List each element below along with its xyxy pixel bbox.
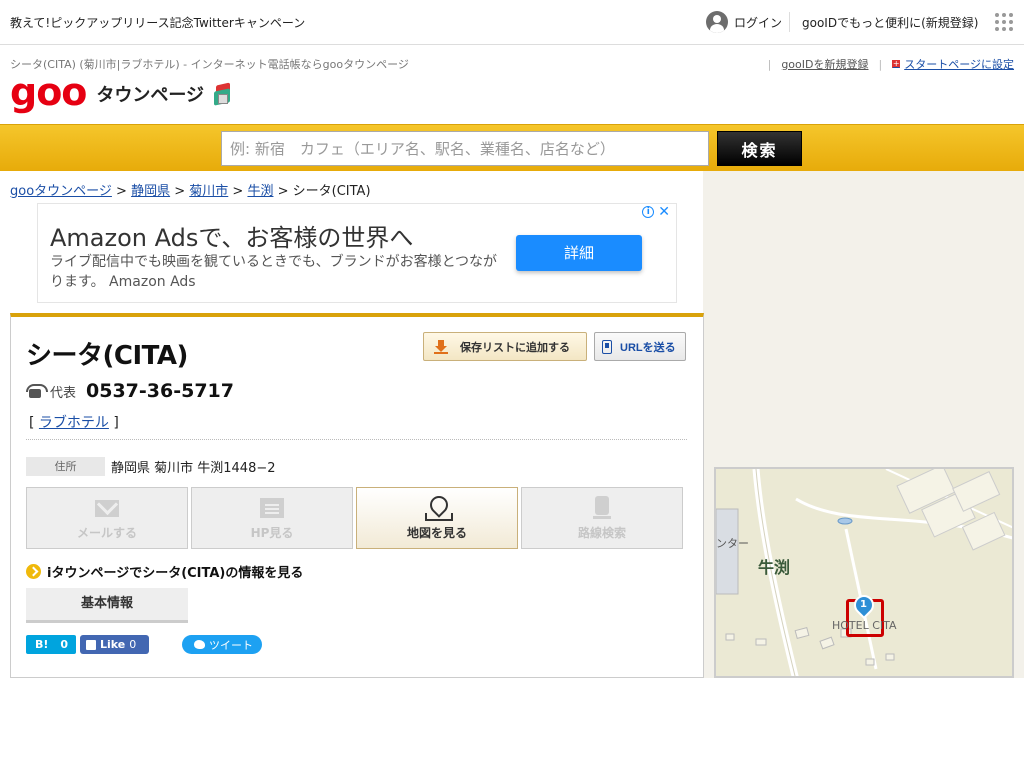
hatena-count: 0 xyxy=(60,638,69,651)
ad-detail-button[interactable]: 詳細 xyxy=(516,235,642,271)
breadcrumb: gooタウンページ > 静岡県 > 菊川市 > 牛渕 > シータ(CITA) xyxy=(10,184,371,199)
topbar-divider xyxy=(789,12,790,32)
map-pin-icon xyxy=(425,496,453,521)
listing-card: シータ(CITA) 保存リストに追加する URLを送る 代表 0537-36-5… xyxy=(10,313,704,678)
mail-button[interactable]: メールする xyxy=(26,487,188,549)
avatar-icon xyxy=(706,11,728,33)
address-label: 住所 xyxy=(26,457,105,476)
phone-number: 0537-36-5717 xyxy=(86,380,234,402)
download-icon xyxy=(434,339,448,354)
mail-label: メールする xyxy=(76,526,137,540)
breadcrumb-townpage[interactable]: gooタウンページ xyxy=(10,184,112,199)
ad-title[interactable]: Amazon Adsで、お客様の世界へ xyxy=(50,218,413,253)
plus-icon: + xyxy=(892,59,901,68)
send-url-label: URLを送る xyxy=(620,341,676,354)
phonebook-icon xyxy=(212,82,234,106)
breadcrumb-shizuoka[interactable]: 静岡県 xyxy=(131,184,170,199)
logo-goo: goo xyxy=(10,70,87,114)
facebook-like-button[interactable]: Like 0 xyxy=(80,635,149,654)
save-list-label: 保存リストに追加する xyxy=(460,341,570,354)
telephone-icon xyxy=(26,384,48,398)
search-button[interactable]: 検索 xyxy=(717,131,802,166)
adchoices-icon[interactable]: i xyxy=(642,206,655,218)
tweet-button[interactable]: ツイート xyxy=(182,635,262,654)
goo-id-register-link[interactable]: gooIDを新規登録 xyxy=(781,56,868,72)
close-icon[interactable]: ✕ xyxy=(658,205,670,219)
start-page-label: スタートページに設定 xyxy=(904,58,1014,71)
hatena-icon: B! xyxy=(35,638,49,651)
send-url-button[interactable]: URLを送る xyxy=(594,332,686,361)
search-input[interactable] xyxy=(221,131,709,166)
address-value: 静岡県 菊川市 牛渕1448−2 xyxy=(111,461,276,476)
site-header: シータ(CITA) (菊川市|ラブホテル) - インターネット電話帳ならgooタ… xyxy=(0,46,1024,124)
logo-townpage: タウンページ xyxy=(96,85,205,106)
social-buttons: B! 0 Like 0 ツイート xyxy=(26,635,262,654)
map-button[interactable]: 地図を見る xyxy=(356,487,518,549)
phone-row: 代表 0537-36-5717 xyxy=(26,380,234,402)
fb-like-label: Like xyxy=(100,638,126,651)
fb-like-count: 0 xyxy=(129,638,137,651)
tweet-label: ツイート xyxy=(209,638,253,652)
category-row: [ ラブホテル ] xyxy=(29,415,119,431)
start-page-link[interactable]: + スタートページに設定 xyxy=(892,56,1014,72)
arrow-right-circle-icon xyxy=(26,564,41,579)
search-bar: 検索 xyxy=(0,124,1024,171)
phone-label: 代表 xyxy=(50,385,77,401)
thumbs-up-icon xyxy=(86,639,96,650)
breadcrumb-current: シータ(CITA) xyxy=(292,184,371,199)
mail-icon xyxy=(95,496,119,520)
register-link[interactable]: gooIDでもっと便利に(新規登録) xyxy=(802,14,978,31)
homepage-label: HP見る xyxy=(250,526,294,540)
login-link[interactable]: ログイン xyxy=(706,11,782,33)
map-place-name: 牛渕 xyxy=(758,558,791,577)
tab-basic-info[interactable]: 基本情報 xyxy=(26,588,188,623)
apps-grid-icon[interactable] xyxy=(995,13,1013,31)
save-list-button[interactable]: 保存リストに追加する xyxy=(423,332,587,361)
document-icon xyxy=(260,496,284,520)
ad-controls: i ✕ xyxy=(642,205,670,219)
category-link[interactable]: ラブホテル xyxy=(39,415,109,431)
action-buttons: メールする HP見る 地図を見る 路線検索 xyxy=(26,487,683,549)
itownpage-link[interactable]: iタウンページでシータ(CITA)の情報を見る xyxy=(26,562,303,581)
location-map[interactable]: ンター 牛渕 1 HOTEL CITA xyxy=(714,467,1014,678)
ad-text: ライブ配信中でも映画を観ているときでも、ブランドがお客様とつながります。 Ama… xyxy=(50,254,498,290)
homepage-button[interactable]: HP見る xyxy=(191,487,353,549)
login-label: ログイン xyxy=(734,15,783,30)
route-search-label: 路線検索 xyxy=(577,526,626,540)
itownpage-label: iタウンページでシータ(CITA)の情報を見る xyxy=(47,566,304,581)
map-pin-number: 1 xyxy=(860,599,867,610)
listing-name: シータ(CITA) xyxy=(26,341,188,371)
map-hotel-label: HOTEL CITA xyxy=(832,619,897,632)
breadcrumb-ushibuchi[interactable]: 牛渕 xyxy=(247,184,273,199)
train-icon xyxy=(590,496,614,520)
twitter-bird-icon xyxy=(194,640,205,649)
route-search-button[interactable]: 路線検索 xyxy=(521,487,683,549)
breadcrumb-kikugawa[interactable]: 菊川市 xyxy=(189,184,228,199)
advertisement[interactable]: Amazon Adsで、お客様の世界へ ライブ配信中でも映画を観ているときでも、… xyxy=(37,203,677,303)
address-row: 住所 静岡県 菊川市 牛渕1448−2 xyxy=(26,457,276,476)
mobile-phone-icon xyxy=(602,339,612,354)
map-label-partial: ンター xyxy=(716,537,749,550)
divider xyxy=(26,439,687,440)
top-bar: 教えて!ピックアップリリース記念Twitterキャンペーン ログイン gooID… xyxy=(0,0,1024,45)
campaign-link[interactable]: 教えて!ピックアップリリース記念Twitterキャンペーン xyxy=(10,14,305,31)
site-logo[interactable]: goo タウンページ xyxy=(10,72,234,112)
hatena-bookmark-button[interactable]: B! 0 xyxy=(26,635,76,654)
map-label: 地図を見る xyxy=(406,526,467,540)
header-links: | gooIDを新規登録 | + スタートページに設定 xyxy=(767,56,1014,72)
